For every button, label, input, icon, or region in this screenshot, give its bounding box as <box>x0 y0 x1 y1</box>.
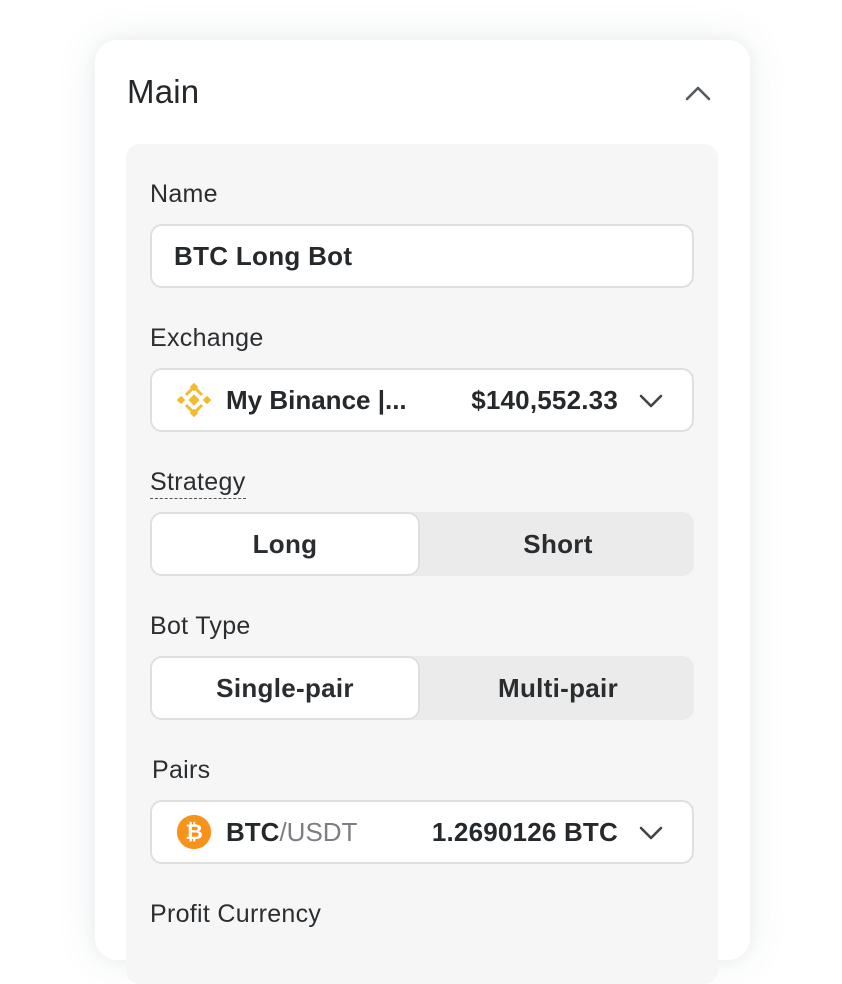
strategy-short-option[interactable]: Short <box>422 512 694 576</box>
bot-type-toggle: Single-pair Multi-pair <box>150 656 694 720</box>
bot-type-single-pair-option[interactable]: Single-pair <box>150 656 420 720</box>
exchange-select[interactable]: My Binance |... $140,552.33 <box>150 368 694 432</box>
pair-base: BTC <box>226 816 280 847</box>
pair-name: BTC/USDT <box>226 817 406 848</box>
exchange-label: Exchange <box>150 324 264 352</box>
strategy-long-option[interactable]: Long <box>150 512 420 576</box>
name-input-value: BTC Long Bot <box>174 240 353 271</box>
section-title: Main <box>127 73 200 110</box>
profit-currency-label: Profit Currency <box>150 900 322 928</box>
pair-amount: 1.2690126 BTC <box>431 816 618 847</box>
bot-type-multi-pair-option[interactable]: Multi-pair <box>422 656 694 720</box>
binance-icon <box>176 382 212 418</box>
exchange-name: My Binance |... <box>226 384 407 415</box>
collapse-button[interactable] <box>680 78 716 108</box>
settings-panel: Name BTC Long Bot Exchange My Binance |.… <box>126 144 718 984</box>
bot-type-label: Bot Type <box>150 612 251 640</box>
strategy-toggle: Long Short <box>150 512 694 576</box>
chevron-up-icon <box>685 86 711 101</box>
pairs-label: Pairs <box>152 756 211 784</box>
pair-quote: /USDT <box>279 816 358 847</box>
main-settings-card: Main Name BTC Long Bot Exchange My Binan… <box>95 40 750 984</box>
svg-text:₿: ₿ <box>185 819 203 844</box>
chevron-down-icon <box>639 394 663 408</box>
name-label: Name <box>150 180 218 208</box>
bitcoin-icon: ₿ <box>176 814 212 850</box>
pairs-select[interactable]: ₿ BTC/USDT 1.2690126 BTC <box>150 800 694 864</box>
chevron-down-icon <box>639 826 663 840</box>
name-input[interactable]: BTC Long Bot <box>150 224 694 288</box>
strategy-label: Strategy <box>150 468 246 499</box>
exchange-balance: $140,552.33 <box>471 384 618 415</box>
